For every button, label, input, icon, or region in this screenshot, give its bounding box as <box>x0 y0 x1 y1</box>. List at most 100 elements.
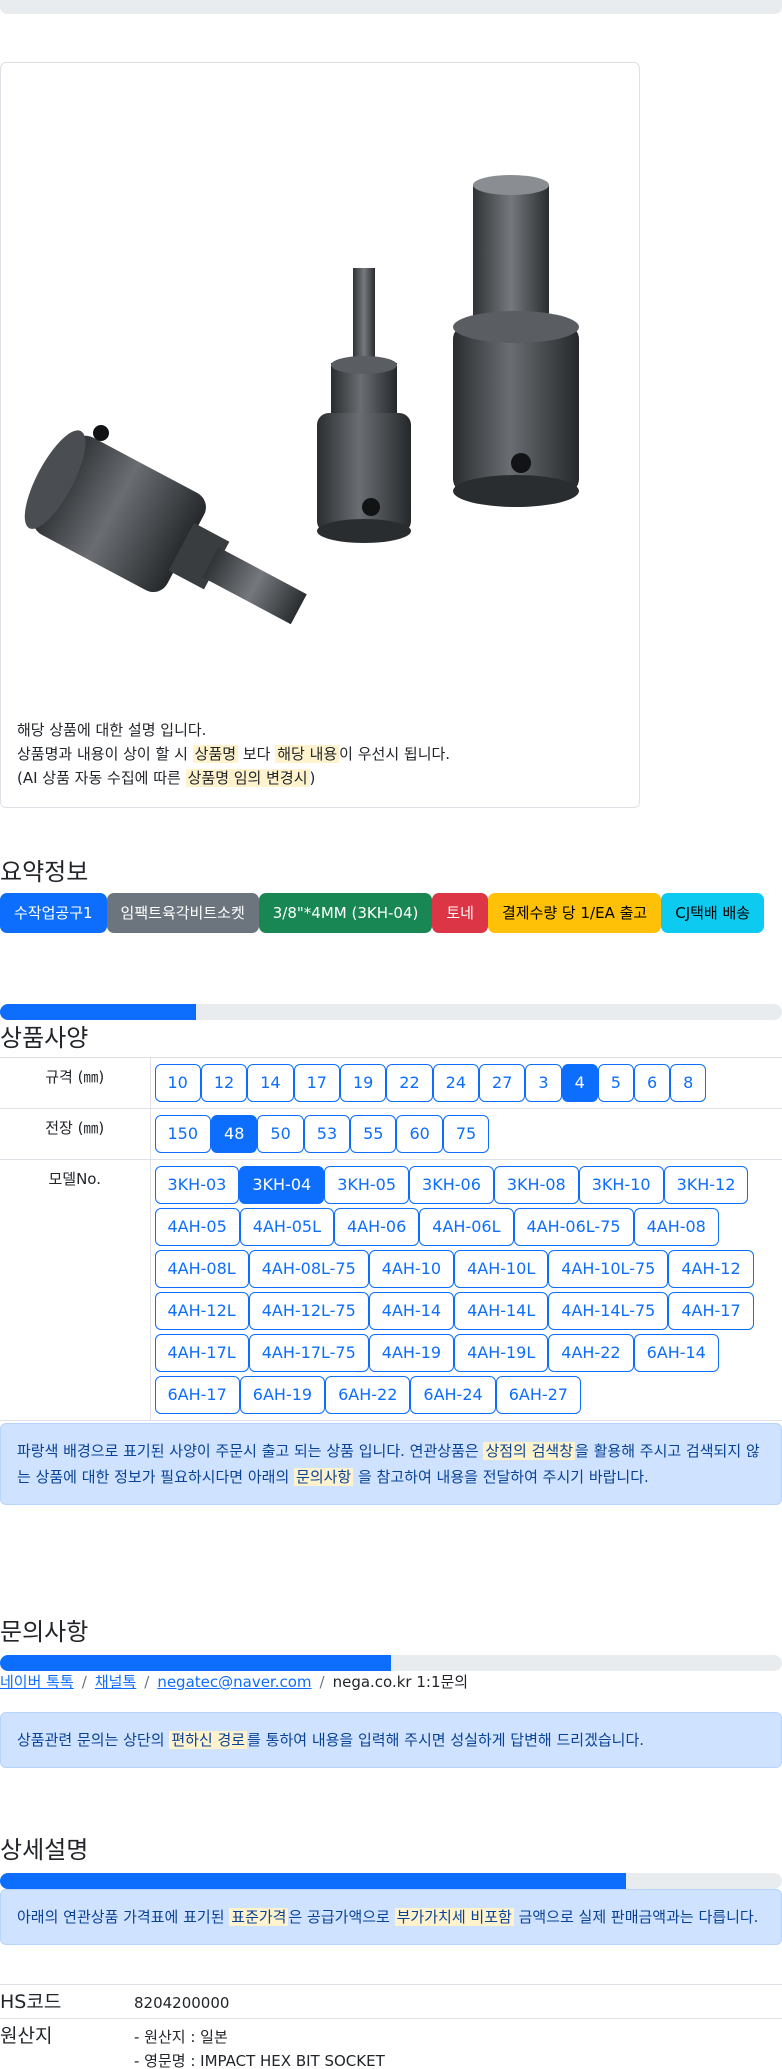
spec-option-button[interactable]: 4 <box>561 1064 598 1102</box>
spec-option-button[interactable]: 5 <box>597 1064 634 1102</box>
notice-text: 를 통하여 내용을 입력해 주시면 성실하게 답변해 드리겠습니다. <box>247 1731 645 1749</box>
spec-option-button[interactable]: 4AH-22 <box>548 1334 634 1372</box>
spec-option-button[interactable]: 6 <box>633 1064 671 1102</box>
spec-option-button[interactable]: 4AH-10L-75 <box>548 1250 669 1288</box>
spec-option-button[interactable]: 6AH-27 <box>495 1376 581 1414</box>
length-row: 전장 (㎜) 150 48 50 53 55 60 75 <box>0 1108 782 1160</box>
spec-option-button[interactable]: 3KH-04 <box>239 1166 325 1204</box>
spec-option-button[interactable]: 53 <box>303 1115 351 1153</box>
notice-text: 은 공급가액으로 <box>288 1908 395 1926</box>
spec-option-button[interactable]: 60 <box>396 1115 443 1153</box>
spec-option-button[interactable]: 3KH-08 <box>493 1166 579 1204</box>
option-group: 3KH-03 3KH-04 3KH-05 3KH-06 3KH-08 3KH-10 3KH-… <box>154 1164 782 1416</box>
spec-option-button[interactable]: 4AH-12 <box>668 1250 754 1288</box>
naver-talk-link[interactable]: 네이버 톡톡 <box>0 1673 74 1691</box>
inquiry-title: 문의사항 <box>0 1618 89 1646</box>
notice-text: 을 참고하여 내용을 전달하여 주시기 바랍니다. <box>353 1468 649 1486</box>
origin-line: - 원산지 : 일본 <box>134 2028 228 2046</box>
product-photo <box>1 63 639 683</box>
channel-talk-link[interactable]: 채널톡 <box>95 1673 136 1691</box>
spec-table: 규격 (㎜) 10 12 14 17 19 22 24 27 3 4 5 6 8 전장 (㎜) 150 48 50… <box>0 1057 782 1421</box>
spec-option-button[interactable]: 19 <box>339 1064 387 1102</box>
spec-option-button[interactable]: 4AH-14L <box>454 1292 549 1330</box>
description-text: ) <box>309 769 316 787</box>
detail-progress <box>0 1873 782 1889</box>
spec-option-button[interactable]: 4AH-17L-75 <box>248 1334 369 1372</box>
spec-option-button[interactable]: 3KH-05 <box>324 1166 410 1204</box>
spec-title: 상품사양 <box>0 1024 89 1052</box>
spec-option-button[interactable]: 22 <box>386 1064 433 1102</box>
spec-option-button[interactable]: 12 <box>200 1064 248 1102</box>
spec-label: 규격 (㎜) <box>0 1057 151 1109</box>
hs-code-row: HS코드 8204200000 <box>0 1984 782 2018</box>
spec-option-button[interactable]: 48 <box>211 1115 258 1153</box>
highlight-text: 부가가치세 비포함 <box>394 1908 514 1926</box>
option-group: 10 12 14 17 19 22 24 27 3 4 5 6 8 <box>154 1062 782 1104</box>
spec-option-button[interactable]: 27 <box>479 1064 526 1102</box>
spec-progress <box>0 1004 782 1020</box>
spec-option-button[interactable]: 24 <box>432 1064 480 1102</box>
spec-option-button[interactable]: 4AH-08 <box>633 1208 719 1246</box>
spec-option-button[interactable]: 3KH-10 <box>578 1166 664 1204</box>
qna-text: nega.co.kr 1:1문의 <box>332 1673 469 1691</box>
spec-option-button[interactable]: 6AH-14 <box>633 1334 719 1372</box>
spec-option-button[interactable]: 6AH-22 <box>325 1376 411 1414</box>
notice-text: 파랑색 배경으로 표기된 사양이 주문시 출고 되는 상품 입니다. 연관상품은 <box>17 1442 484 1460</box>
spec-option-button[interactable]: 4AH-14L-75 <box>548 1292 669 1330</box>
spec-options: 3KH-03 3KH-04 3KH-05 3KH-06 3KH-08 3KH-10 3KH-… <box>150 1159 782 1421</box>
spec-option-button[interactable]: 4AH-08L-75 <box>248 1250 369 1288</box>
spec-option-button[interactable]: 150 <box>154 1115 212 1153</box>
spec-option-button[interactable]: 17 <box>293 1064 340 1102</box>
spec-option-button[interactable]: 3 <box>525 1064 562 1102</box>
inquiry-notice: 상품관련 문의는 상단의 편하신 경로 를 통하여 내용을 입력해 주시면 성실하… <box>0 1712 782 1768</box>
spec-option-button[interactable]: 4AH-14 <box>368 1292 455 1330</box>
model-row: 모델No. 3KH-03 3KH-04 3KH-05 3KH-06 3KH-08 3KH-1… <box>0 1159 782 1421</box>
notice-text: 상품관련 문의는 상단의 <box>17 1731 170 1749</box>
separator: / <box>319 1673 325 1691</box>
highlight-text: 해당 내용 <box>275 745 340 763</box>
origin-row: 원산지 - 원산지 : 일본 - 영문명 : IMPACT HEX BIT SO… <box>0 2018 782 2069</box>
top-progress-track <box>0 0 782 14</box>
spec-option-button[interactable]: 4AH-06L <box>419 1208 514 1246</box>
spec-option-button[interactable]: 4AH-12L-75 <box>248 1292 369 1330</box>
spec-option-button[interactable]: 14 <box>247 1064 294 1102</box>
spec-option-button[interactable]: 4AH-06L-75 <box>513 1208 634 1246</box>
spec-option-button[interactable]: 3KH-12 <box>663 1166 749 1204</box>
description-text: 보다 <box>238 745 276 763</box>
detail-title: 상세설명 <box>0 1836 89 1864</box>
socket-medium-body <box>317 413 411 533</box>
spec-option-button[interactable]: 6AH-24 <box>410 1376 496 1414</box>
summary-title: 요약정보 <box>0 858 89 886</box>
spec-options: 150 48 50 53 55 60 75 <box>150 1108 782 1160</box>
spec-option-button[interactable]: 4AH-08L <box>154 1250 249 1288</box>
spec-option-button[interactable]: 8 <box>670 1064 707 1102</box>
summary-badge: 임팩트육각비트소켓 <box>106 893 259 933</box>
spec-option-button[interactable]: 75 <box>442 1115 490 1153</box>
spec-option-button[interactable]: 6AH-19 <box>239 1376 326 1414</box>
spec-option-button[interactable]: 50 <box>257 1115 304 1153</box>
summary-badge: 수작업공구1 <box>0 893 107 933</box>
description-text: (AI 상품 자동 수집에 따른 <box>17 769 186 787</box>
spec-option-button[interactable]: 4AH-17L <box>154 1334 249 1372</box>
spec-option-button[interactable]: 4AH-10 <box>368 1250 455 1288</box>
spec-option-button[interactable]: 4AH-05 <box>154 1208 240 1246</box>
spec-option-button[interactable]: 55 <box>350 1115 397 1153</box>
spec-option-button[interactable]: 4AH-10L <box>454 1250 549 1288</box>
spec-option-button[interactable]: 10 <box>154 1064 201 1102</box>
spec-option-button[interactable]: 3KH-03 <box>154 1166 240 1204</box>
spec-option-button[interactable]: 4AH-19 <box>368 1334 455 1372</box>
spec-option-button[interactable]: 6AH-17 <box>154 1376 240 1414</box>
highlight-text: 상품명 임의 변경시 <box>185 769 310 787</box>
option-group: 150 48 50 53 55 60 75 <box>154 1113 782 1155</box>
description-text: 상품명과 내용이 상이 할 시 <box>17 745 193 763</box>
spec-option-button[interactable]: 4AH-06 <box>334 1208 420 1246</box>
spec-option-button[interactable]: 4AH-05L <box>239 1208 334 1246</box>
spec-option-button[interactable]: 4AH-12L <box>154 1292 249 1330</box>
summary-badge: CJ택배 배송 <box>661 893 765 933</box>
spec-option-button[interactable]: 4AH-17 <box>668 1292 754 1330</box>
spec-option-button[interactable]: 3KH-06 <box>409 1166 494 1204</box>
size-row: 규격 (㎜) 10 12 14 17 19 22 24 27 3 4 5 6 8 <box>0 1057 782 1109</box>
spec-option-button[interactable]: 4AH-19L <box>454 1334 549 1372</box>
spec-notice: 파랑색 배경으로 표기된 사양이 주문시 출고 되는 상품 입니다. 연관상품은… <box>0 1423 782 1505</box>
email-link[interactable]: negatec@naver.com <box>157 1673 311 1691</box>
